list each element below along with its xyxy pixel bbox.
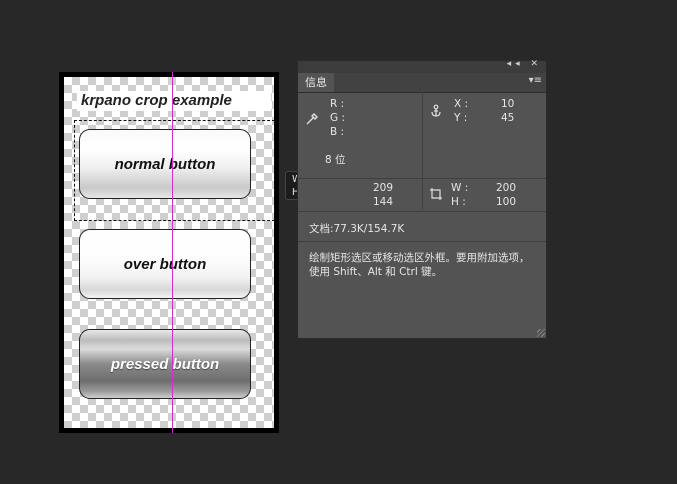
- panel-titlebar[interactable]: ◂◂ ✕: [298, 59, 546, 73]
- over-button-graphic: over button: [79, 229, 251, 299]
- x2-value: 209: [373, 182, 394, 194]
- panel-tabbar: 信息 ▾≡: [298, 73, 546, 93]
- selection-marquee[interactable]: [74, 120, 275, 221]
- b-label: B :: [330, 126, 345, 138]
- vertical-guide[interactable]: [172, 72, 173, 433]
- panel-menu-icon[interactable]: ▾≡: [529, 75, 542, 86]
- transparent-canvas-area[interactable]: krpano crop example normal button over b…: [64, 72, 275, 433]
- x-label: X :: [454, 98, 469, 110]
- w-value: 200: [496, 182, 517, 194]
- h-label: H :: [451, 196, 466, 208]
- info-panel: ◂◂ ✕ 信息 ▾≡ R : G : B : 8 位 X : 10 Y : 45…: [297, 59, 547, 339]
- r-label: R :: [330, 98, 345, 110]
- bit-depth: 8 位: [325, 154, 346, 166]
- w-label: W :: [451, 182, 469, 194]
- collapse-close-icons[interactable]: ◂◂ ✕: [507, 59, 542, 69]
- crosshair-icon: [429, 103, 443, 122]
- y-label: Y :: [454, 112, 468, 124]
- eyedropper-icon: [305, 111, 319, 130]
- resize-grip-icon[interactable]: [537, 329, 545, 337]
- g-label: G :: [330, 112, 346, 124]
- selection-size-icon: [429, 186, 443, 205]
- y-value: 45: [501, 112, 515, 124]
- document-canvas[interactable]: krpano crop example normal button over b…: [59, 72, 279, 433]
- y2-value: 144: [373, 196, 394, 208]
- h-value: 100: [496, 196, 517, 208]
- x-value: 10: [501, 98, 515, 110]
- pressed-button-graphic: pressed button: [79, 329, 251, 399]
- document-size: 文档:77.3K/154.7K: [309, 223, 405, 235]
- tab-info[interactable]: 信息: [298, 73, 334, 92]
- canvas-title: krpano crop example: [77, 91, 271, 111]
- tool-hint: 绘制矩形选区或移动选区外框。要用附加选项，使用 Shift、Alt 和 Ctrl…: [309, 252, 530, 278]
